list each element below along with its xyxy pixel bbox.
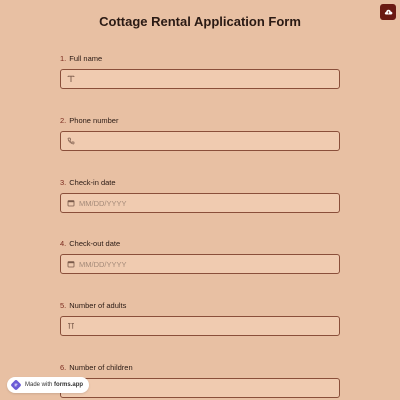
question-number: 6.: [60, 363, 67, 372]
cloud-upload-button[interactable]: [380, 4, 396, 20]
number-of-children-input[interactable]: [60, 378, 340, 398]
badge-brand: forms.app: [54, 382, 84, 388]
form-title: Cottage Rental Application Form: [99, 14, 301, 29]
phone-icon: [67, 137, 75, 145]
question-text: Phone number: [69, 116, 119, 125]
check-in-date-placeholder: MM/DD/YYYY: [79, 198, 127, 208]
made-with-badge[interactable]: Made with forms.app: [7, 377, 90, 393]
question-phone-number: 2. Phone number: [60, 116, 340, 151]
question-label: 1. Full name: [60, 54, 340, 64]
number-of-adults-input[interactable]: [60, 316, 340, 336]
question-number: 5.: [60, 301, 67, 310]
check-out-date-placeholder: MM/DD/YYYY: [79, 259, 127, 269]
question-label: 5. Number of adults: [60, 301, 340, 311]
question-check-in-date: 3. Check-in date MM/DD/YYYY: [60, 178, 340, 213]
question-number: 4.: [60, 239, 67, 248]
question-text: Check-in date: [69, 178, 116, 187]
badge-prefix: Made with: [25, 382, 53, 388]
question-label: 2. Phone number: [60, 116, 340, 126]
question-number: 3.: [60, 178, 67, 187]
question-label: 4. Check-out date: [60, 239, 340, 249]
cloud-upload-icon: [384, 9, 392, 15]
question-number: 1.: [60, 54, 67, 63]
text-icon: [67, 75, 75, 83]
question-number-of-adults: 5. Number of adults: [60, 301, 340, 336]
question-number-of-children: 6. Number of children: [60, 363, 340, 398]
phone-number-input[interactable]: [60, 131, 340, 151]
check-out-date-input[interactable]: MM/DD/YYYY: [60, 254, 340, 274]
question-number: 2.: [60, 116, 67, 125]
number-icon: [67, 322, 75, 330]
question-label: 3. Check-in date: [60, 178, 340, 188]
forms-app-logo-icon: [11, 380, 21, 390]
calendar-icon: [67, 199, 75, 207]
badge-text: Made with forms.app: [25, 382, 83, 388]
question-text: Number of adults: [69, 301, 127, 310]
question-full-name: 1. Full name: [60, 54, 340, 89]
full-name-input[interactable]: [60, 69, 340, 89]
question-label: 6. Number of children: [60, 363, 340, 373]
calendar-icon: [67, 260, 75, 268]
question-text: Check-out date: [69, 239, 121, 248]
form-page: Cottage Rental Application Form 1. Full n…: [0, 0, 400, 400]
question-text: Full name: [69, 54, 103, 63]
question-check-out-date: 4. Check-out date MM/DD/YYYY: [60, 239, 340, 274]
check-in-date-input[interactable]: MM/DD/YYYY: [60, 193, 340, 213]
question-text: Number of children: [69, 363, 133, 372]
